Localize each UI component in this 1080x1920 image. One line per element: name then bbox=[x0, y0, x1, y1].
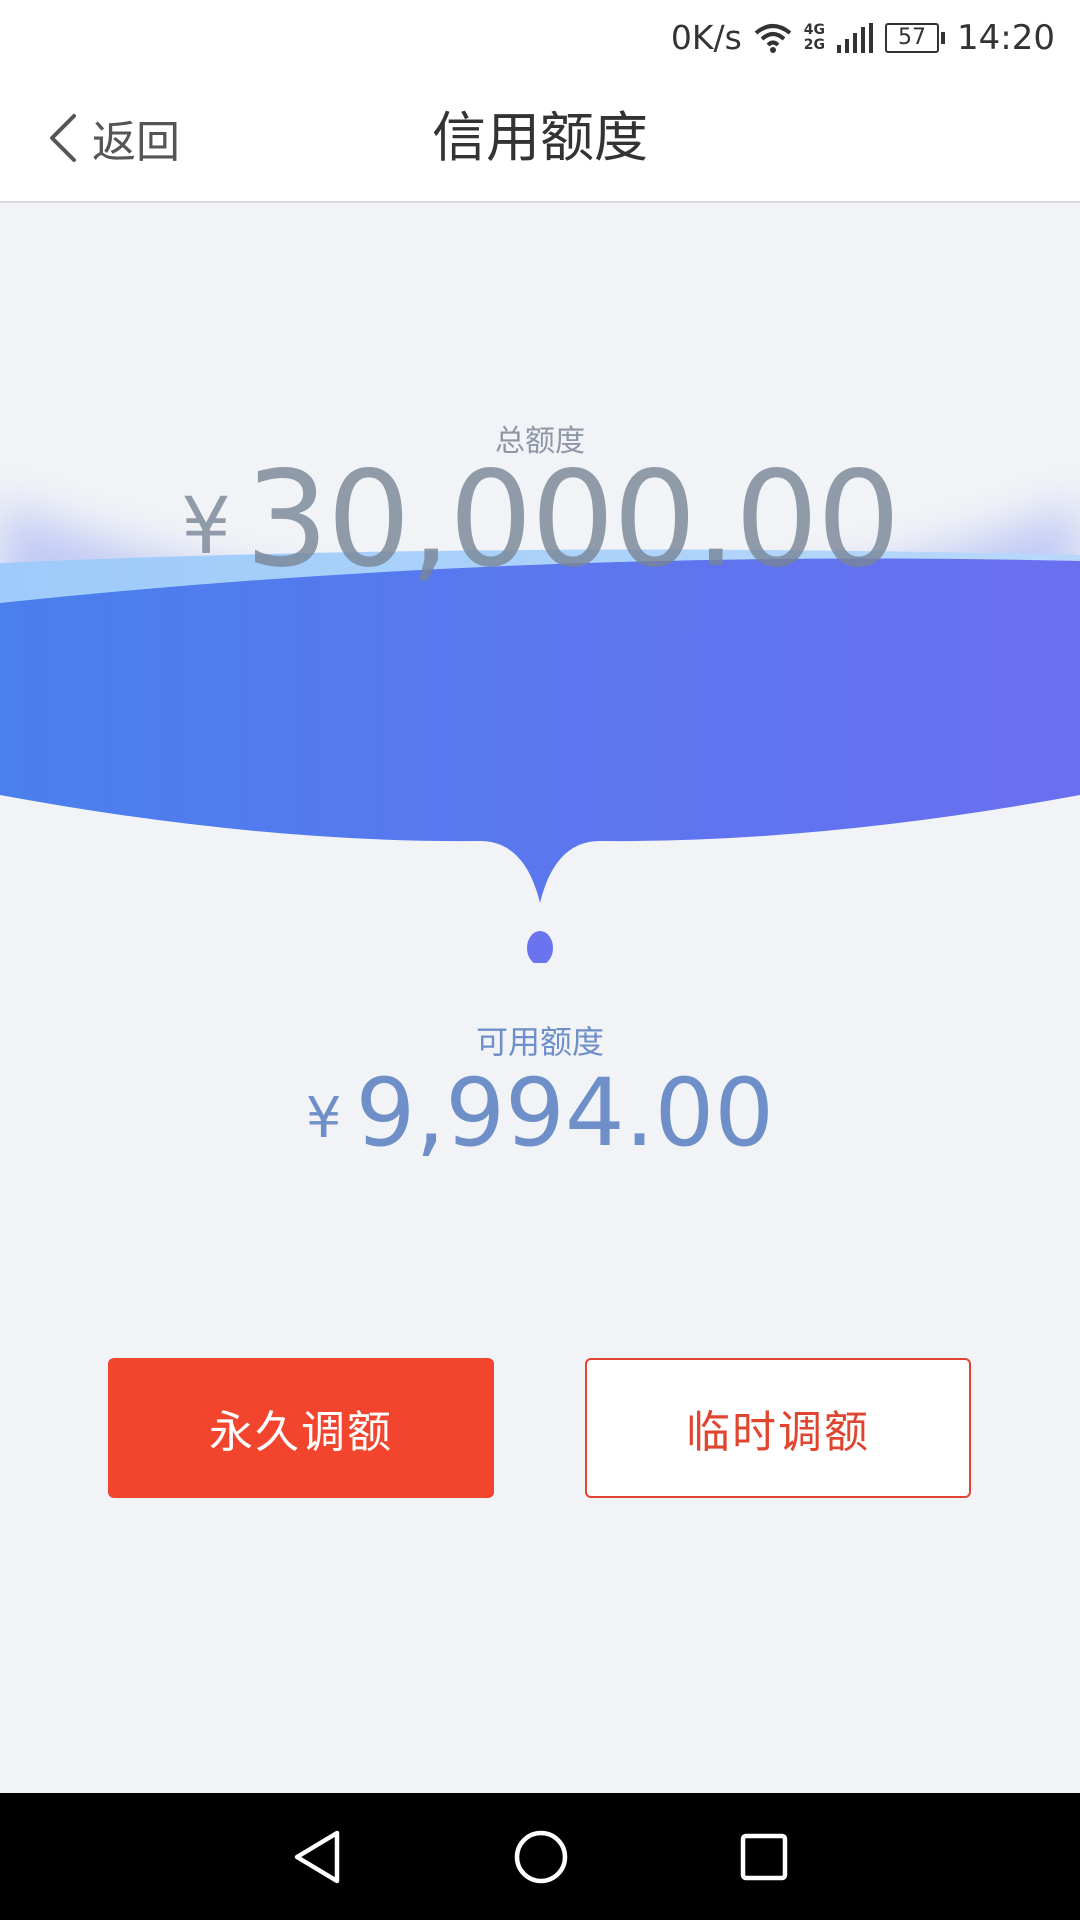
temporary-adjust-button[interactable]: 临时调额 bbox=[585, 1358, 971, 1498]
network-type: 4G 2G bbox=[803, 21, 826, 53]
battery-level: 57 bbox=[885, 22, 940, 53]
page-title: 信用额度 bbox=[432, 106, 648, 169]
status-indicators: 0K/s 4G 2G 57 14:20 bbox=[671, 10, 1055, 65]
status-bar: 0K/s 4G 2G 57 14:20 bbox=[0, 0, 1080, 75]
wifi-icon bbox=[754, 23, 792, 53]
back-triangle-icon[interactable] bbox=[291, 1829, 343, 1885]
total-currency-symbol: ¥ bbox=[181, 482, 231, 572]
total-credit-amount: ¥30,000.00 bbox=[0, 443, 1080, 597]
net-speed: 0K/s bbox=[670, 18, 742, 57]
available-currency-symbol: ¥ bbox=[305, 1086, 342, 1151]
nav-header: 返回 信用额度 bbox=[0, 75, 1080, 203]
available-credit-amount: ¥9,994.00 bbox=[0, 1059, 1080, 1168]
home-circle-icon[interactable] bbox=[513, 1829, 569, 1885]
available-credit-label: 可用额度 bbox=[475, 1023, 604, 1061]
total-credit-value: 30,000.00 bbox=[244, 443, 901, 597]
battery-icon: 57 bbox=[885, 22, 946, 53]
system-nav-bar bbox=[0, 1793, 1080, 1920]
signal-icon bbox=[837, 22, 874, 53]
clock: 14:20 bbox=[957, 17, 1055, 58]
recents-square-icon[interactable] bbox=[739, 1832, 789, 1882]
permanent-adjust-button[interactable]: 永久调额 bbox=[108, 1358, 494, 1498]
available-credit-value: 9,994.00 bbox=[355, 1059, 775, 1168]
credit-hero: 总额度 ¥30,000.00 可用额度 ¥9,994.00 永久调额 临时调额 bbox=[0, 203, 1080, 1793]
